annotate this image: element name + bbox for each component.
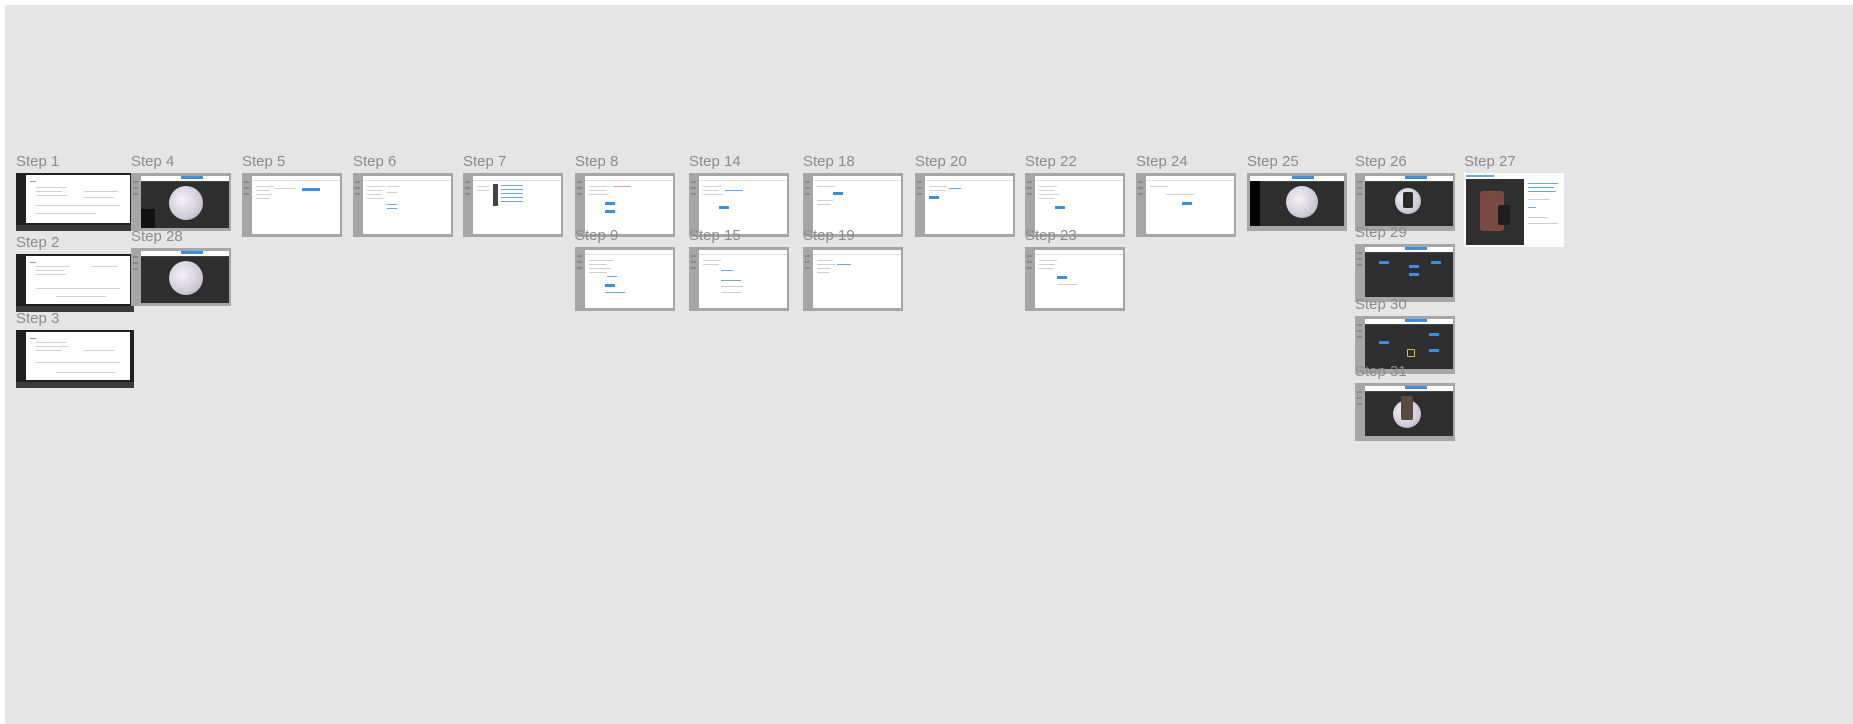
app-sidebar xyxy=(577,255,583,295)
screen-preview xyxy=(1146,176,1234,234)
screen-preview xyxy=(813,176,901,234)
screen-footer xyxy=(16,382,134,388)
frame-thumbnail[interactable] xyxy=(1136,173,1236,237)
frame-label: Step 7 xyxy=(463,153,507,170)
app-sidebar xyxy=(691,181,697,221)
frame-thumbnail[interactable] xyxy=(915,173,1015,237)
frame-label: Step 5 xyxy=(242,153,286,170)
screen-preview xyxy=(1250,176,1344,226)
screen-preview xyxy=(252,176,340,234)
screen-footer xyxy=(16,225,134,231)
app-sidebar xyxy=(133,256,139,296)
app-sidebar xyxy=(805,181,811,221)
screen-preview xyxy=(1365,386,1453,436)
frame-label: Step 14 xyxy=(689,153,741,170)
app-sidebar xyxy=(133,181,139,221)
app-sidebar xyxy=(917,181,923,221)
frame-label: Step 9 xyxy=(575,227,619,244)
frame-label: Step 23 xyxy=(1025,227,1077,244)
app-sidebar xyxy=(244,181,250,221)
app-sidebar xyxy=(1138,181,1144,221)
moon-image xyxy=(169,261,203,295)
app-sidebar xyxy=(1027,181,1033,221)
design-canvas[interactable]: Step 1 Step 2 Step 3 Step 4 Step 28 Step… xyxy=(5,5,1853,724)
frame-thumbnail[interactable] xyxy=(16,330,134,388)
frame-label: Step 18 xyxy=(803,153,855,170)
frame-thumbnail[interactable] xyxy=(803,247,903,311)
frame-label: Step 22 xyxy=(1025,153,1077,170)
screen-preview xyxy=(813,250,901,308)
screen-preview xyxy=(1035,250,1123,308)
screen-preview xyxy=(26,175,130,223)
screen-preview xyxy=(473,176,561,234)
screen-preview xyxy=(1365,176,1453,226)
screen-preview xyxy=(141,251,229,303)
frame-thumbnail[interactable] xyxy=(689,247,789,311)
frame-thumbnail[interactable] xyxy=(131,173,231,231)
app-sidebar xyxy=(1357,252,1363,292)
app-sidebar xyxy=(355,181,361,221)
frame-label: Step 25 xyxy=(1247,153,1299,170)
frame-label: Step 30 xyxy=(1355,296,1407,313)
frame-thumbnail[interactable] xyxy=(463,173,563,237)
frame-thumbnail[interactable] xyxy=(16,254,134,312)
screen-preview xyxy=(585,176,673,234)
screen-preview xyxy=(363,176,451,234)
screen-preview xyxy=(699,250,787,308)
screen-preview xyxy=(699,176,787,234)
frame-thumbnail[interactable] xyxy=(353,173,453,237)
frame-label: Step 4 xyxy=(131,153,175,170)
app-sidebar xyxy=(805,255,811,295)
frame-label: Step 2 xyxy=(16,234,60,251)
frame-label: Step 3 xyxy=(16,310,60,327)
moon-image xyxy=(169,186,203,220)
app-sidebar xyxy=(465,181,471,221)
app-sidebar xyxy=(691,255,697,295)
app-sidebar xyxy=(1357,391,1363,431)
app-sidebar xyxy=(1357,324,1363,364)
frame-thumbnail[interactable] xyxy=(1025,247,1125,311)
screen-preview xyxy=(585,250,673,308)
frame-label: Step 27 xyxy=(1464,153,1516,170)
frame-label: Step 6 xyxy=(353,153,397,170)
frame-label: Step 31 xyxy=(1355,363,1407,380)
moon-image xyxy=(1286,186,1318,218)
screen-preview xyxy=(26,256,130,304)
frame-label: Step 1 xyxy=(16,153,60,170)
frame-label: Step 15 xyxy=(689,227,741,244)
frame-thumbnail[interactable] xyxy=(575,247,675,311)
screen-preview xyxy=(925,176,1013,234)
frame-thumbnail[interactable] xyxy=(1464,173,1564,247)
app-sidebar xyxy=(1027,255,1033,295)
frame-label: Step 24 xyxy=(1136,153,1188,170)
frame-thumbnail[interactable] xyxy=(16,173,134,231)
frame-label: Step 19 xyxy=(803,227,855,244)
frame-label: Step 20 xyxy=(915,153,967,170)
app-sidebar xyxy=(1357,181,1363,221)
screen-preview xyxy=(1464,173,1564,247)
screen-preview xyxy=(26,332,130,380)
frame-thumbnail[interactable] xyxy=(1247,173,1347,231)
frame-label: Step 29 xyxy=(1355,224,1407,241)
frame-thumbnail[interactable] xyxy=(242,173,342,237)
frame-thumbnail[interactable] xyxy=(1355,173,1455,231)
screen-preview xyxy=(1365,247,1453,297)
screen-preview xyxy=(141,176,229,228)
screen-preview xyxy=(1365,319,1453,369)
frame-label: Step 26 xyxy=(1355,153,1407,170)
frame-label: Step 8 xyxy=(575,153,619,170)
frame-label: Step 28 xyxy=(131,228,183,245)
screen-preview xyxy=(1035,176,1123,234)
app-sidebar xyxy=(577,181,583,221)
frame-thumbnail[interactable] xyxy=(131,248,231,306)
frame-thumbnail[interactable] xyxy=(1355,244,1455,302)
frame-thumbnail[interactable] xyxy=(1355,383,1455,441)
